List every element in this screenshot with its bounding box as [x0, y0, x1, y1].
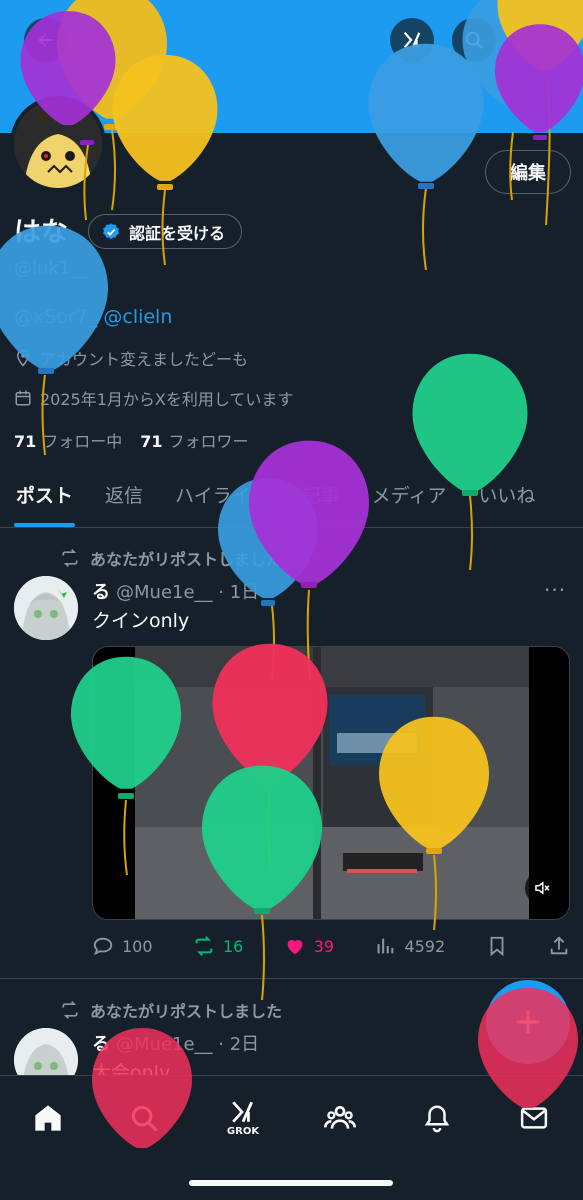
grok-button[interactable] [390, 18, 434, 62]
followers-link[interactable]: 71 フォロワー [140, 428, 248, 452]
nav-messages[interactable] [510, 1094, 558, 1142]
bell-icon [424, 1105, 450, 1133]
profile-tabs: ポスト 返信 ハイライト 記事 メディア いいね [0, 462, 583, 528]
bookmark-icon [490, 936, 503, 957]
like-button[interactable]: 39 [284, 935, 334, 957]
heart-filled-icon [287, 940, 303, 955]
get-verified-label: 認証を受ける [129, 223, 226, 243]
tab-articles[interactable]: 記事 [286, 462, 356, 527]
author-name: る [92, 582, 110, 603]
compose-post-button[interactable] [486, 980, 570, 1064]
repost-indicator: あなたがリポストしました [60, 998, 282, 1022]
post-more-button[interactable]: ··· [544, 578, 566, 602]
mute-icon [535, 881, 550, 895]
location-text: アカウント変えましたどーも [40, 350, 249, 369]
avatar-image [14, 576, 78, 640]
back-button[interactable] [24, 18, 68, 62]
nav-home[interactable] [24, 1094, 72, 1142]
post-video[interactable] [92, 646, 570, 920]
home-indicator [189, 1180, 393, 1186]
game-video-thumbnail [93, 647, 569, 919]
more-icon [527, 38, 545, 42]
tab-media[interactable]: メディア [356, 462, 463, 527]
search-icon [465, 31, 483, 49]
share-button[interactable] [548, 935, 570, 957]
tab-posts[interactable]: ポスト [0, 462, 89, 527]
verified-badge-icon [103, 222, 119, 239]
like-count: 39 [313, 936, 335, 956]
repost-text: あなたがリポストしました [90, 1002, 283, 1021]
post-author[interactable]: る @Mue1e__ · 1日 [92, 578, 259, 604]
display-name: はな [14, 217, 68, 248]
grok-label: GROK [226, 1126, 260, 1137]
search-icon [131, 1105, 158, 1132]
tab-highlights[interactable]: ハイライト [159, 462, 286, 527]
reply-icon [93, 937, 113, 956]
profile-location: アカウント変えましたどーも [14, 346, 248, 370]
repost-icon [62, 549, 78, 567]
edit-profile-button[interactable]: 編集 [485, 150, 571, 194]
tab-likes[interactable]: いいね [462, 462, 551, 527]
tab-replies[interactable]: 返信 [89, 462, 159, 527]
calendar-icon [15, 390, 31, 406]
nav-notifications[interactable] [413, 1094, 461, 1142]
repost-text: あなたがリポストしました [90, 550, 283, 569]
reply-button[interactable]: 100 [92, 935, 153, 957]
author-handle-time: @Mue1e__ · 2日 [116, 1034, 260, 1055]
repost-icon [195, 936, 213, 956]
following-label: フォロー中 [42, 432, 123, 451]
reply-count: 100 [122, 936, 153, 956]
nav-search[interactable] [120, 1094, 168, 1142]
post-divider [0, 978, 583, 979]
home-icon [35, 1105, 61, 1131]
envelope-icon [520, 1107, 548, 1129]
follow-stats: 71 フォロー中 71 フォロワー [14, 428, 249, 452]
repost-indicator: あなたがリポストしました [60, 546, 282, 570]
repost-button[interactable]: 16 [193, 935, 243, 957]
views-count: 4592 [404, 936, 446, 956]
nav-communities[interactable] [316, 1094, 364, 1142]
views-button[interactable]: 4592 [374, 935, 445, 957]
post-author-avatar[interactable] [14, 576, 78, 640]
joined-text: 2025年1月からXを利用しています [40, 390, 294, 409]
profile-joined-date: 2025年1月からXを利用しています [14, 386, 293, 410]
author-name: る [92, 1034, 110, 1055]
search-button[interactable] [452, 18, 496, 62]
followers-label: フォロワー [168, 432, 249, 451]
bookmark-button[interactable] [486, 935, 508, 957]
back-arrow-icon [38, 32, 54, 48]
communities-icon [324, 1106, 356, 1129]
followers-count: 71 [140, 432, 163, 451]
post-text: クインonly [92, 610, 190, 632]
share-icon [550, 936, 568, 955]
profile-handle: @luk1__ [14, 258, 89, 279]
more-button[interactable] [514, 18, 558, 62]
grok-icon [403, 31, 421, 49]
location-pin-icon [16, 349, 30, 367]
author-handle-time: @Mue1e__ · 1日 [116, 582, 260, 603]
grok-icon [232, 1101, 253, 1123]
avatar-image [14, 100, 102, 188]
plus-icon [516, 1010, 540, 1034]
mute-button[interactable] [525, 871, 559, 905]
get-verified-button[interactable]: 認証を受ける [88, 214, 243, 249]
nav-grok[interactable]: GROK [219, 1094, 267, 1142]
repost-count: 16 [222, 936, 244, 956]
post-actions: 100 16 39 4592 [92, 930, 570, 962]
following-count: 71 [14, 432, 37, 451]
views-chart-icon [378, 938, 394, 954]
following-link[interactable]: 71 フォロー中 [14, 428, 122, 452]
repost-icon [62, 1001, 78, 1019]
profile-bio[interactable]: @xSor7_ @clieln [14, 306, 172, 328]
profile-avatar[interactable] [10, 96, 106, 192]
post-author[interactable]: る @Mue1e__ · 2日 [92, 1030, 259, 1056]
